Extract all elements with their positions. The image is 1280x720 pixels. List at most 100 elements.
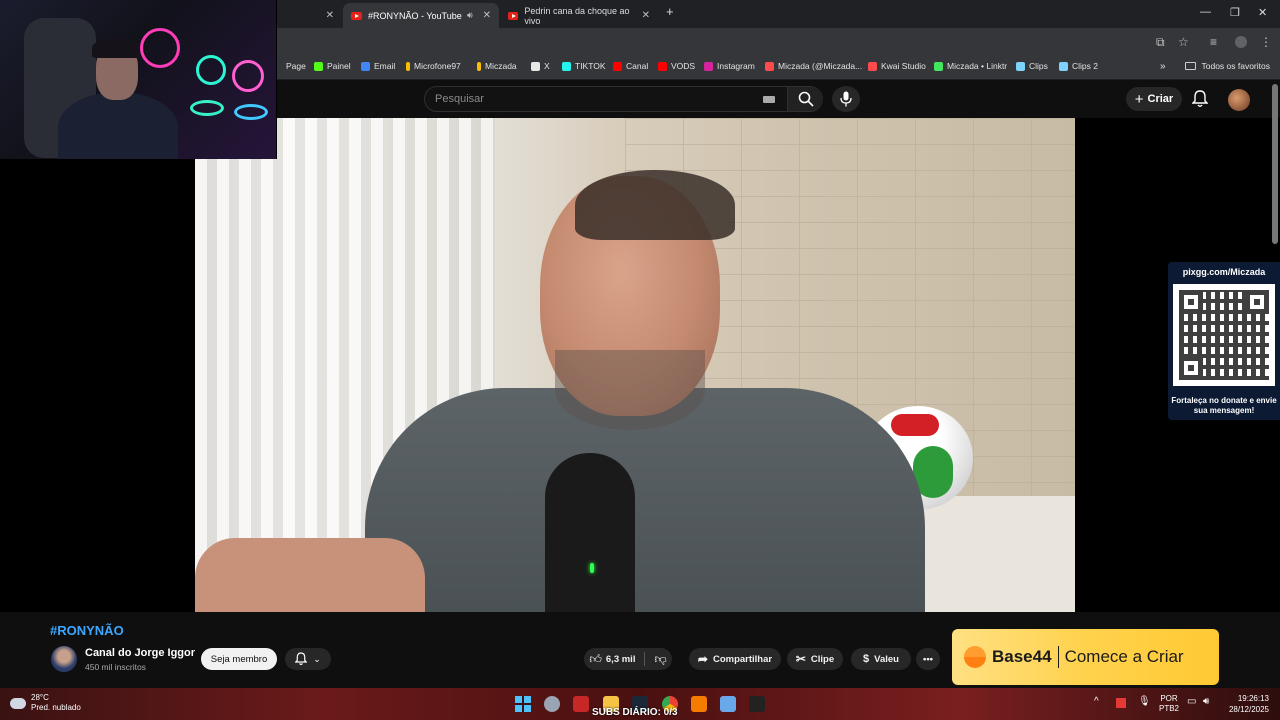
app-red-icon[interactable] [573, 696, 589, 712]
temperature: 28°C [31, 693, 49, 702]
new-tab-plus-icon[interactable]: + [666, 4, 674, 19]
kwai-icon [765, 61, 774, 71]
video-title[interactable]: #RONYNÃO [50, 623, 124, 638]
bookmark-vods[interactable]: VODS [658, 61, 695, 71]
create-button[interactable]: + Criar [1126, 87, 1182, 111]
bookmark-page[interactable]: Page [286, 61, 306, 71]
thanks-label: Valeu [874, 653, 899, 665]
bell-icon [295, 652, 308, 666]
app-orange-icon[interactable] [691, 696, 707, 712]
webcam-rgb-fan [190, 100, 224, 116]
user-avatar[interactable] [1228, 89, 1250, 111]
notifications-bell-icon[interactable] [1191, 90, 1209, 113]
analytics-icon [406, 61, 410, 71]
create-label: Criar [1147, 93, 1174, 105]
qr-caption: Fortaleça no donate e envie sua mensagem… [1171, 396, 1277, 415]
search-box[interactable]: Pesquisar [424, 86, 823, 112]
webcam-rgb-fan [196, 55, 226, 85]
close-tab-icon[interactable]: ✕ [326, 10, 334, 21]
channel-name[interactable]: Canal do Jorge Iggor [85, 647, 195, 659]
divider [644, 652, 646, 666]
tray-app-icon[interactable] [1116, 698, 1126, 708]
x-logo-icon [531, 61, 540, 71]
base44-ad-banner[interactable]: Base44 Comece a Criar [952, 629, 1219, 685]
more-actions-button[interactable]: ••• [916, 648, 940, 670]
minimize-icon[interactable]: — [1200, 6, 1211, 18]
bookmark-tiktok[interactable]: TIKTOK [562, 61, 606, 71]
language-code: POR [1160, 694, 1178, 703]
settings-gear-icon[interactable] [544, 696, 560, 712]
bookmark-clips[interactable]: Clips [1016, 61, 1048, 71]
share-button[interactable]: ➦ Compartilhar [689, 648, 781, 670]
bookmark-clips-2[interactable]: Clips 2 [1059, 61, 1098, 71]
bookmark-miczada[interactable]: Miczada [477, 61, 517, 71]
media-controls-icon[interactable]: ≡ [1210, 35, 1217, 49]
restore-icon[interactable]: ❐ [1230, 6, 1240, 19]
bookmark-label: X [544, 61, 550, 71]
more-bookmarks-chevron-icon[interactable]: » [1160, 61, 1166, 72]
bookmark-label: Page [286, 61, 306, 71]
channel-avatar[interactable] [51, 646, 77, 672]
bookmark-x[interactable]: X [531, 61, 550, 71]
obs-icon[interactable] [749, 696, 765, 712]
bookmark-email[interactable]: Email [361, 61, 395, 71]
all-bookmarks-folder[interactable]: Todos os favoritos [1185, 61, 1270, 71]
bookmark-kwai-studio[interactable]: Kwai Studio [868, 61, 926, 71]
search-button[interactable] [787, 87, 823, 111]
like-button[interactable]: 👍︎ 6,3 mil [589, 652, 635, 667]
tray-chevron-up-icon[interactable]: ^ [1094, 697, 1099, 707]
subscription-bell-button[interactable]: ⌄ [285, 648, 331, 670]
tray-mic-icon[interactable]: 🎙︎ [1138, 697, 1151, 707]
tab-youtube-ronynao[interactable]: #RONYNÃO - YouTube 🔊︎ ✕ [343, 3, 499, 28]
bookmark-painel[interactable]: Painel [314, 61, 351, 71]
install-app-icon[interactable]: ⧉ [1156, 35, 1165, 50]
close-tab-icon[interactable]: ✕ [483, 10, 491, 21]
keyboard-layout: PTB2 [1158, 704, 1179, 713]
youtube-icon [613, 61, 622, 71]
folder-icon [1185, 62, 1197, 70]
menu-kebab-icon[interactable]: ⋮ [1260, 35, 1272, 49]
weather-widget[interactable]: 28°C Pred. nublado [8, 693, 81, 713]
bookmark-linktree[interactable]: Miczada • Linktr [934, 61, 1007, 71]
bookmark-instagram[interactable]: Instagram [704, 61, 755, 71]
subscriber-count: 450 mil inscritos [85, 662, 146, 672]
profile-icon[interactable] [1235, 36, 1247, 48]
like-dislike-group: 👍︎ 6,3 mil 👎︎ [584, 648, 672, 670]
more-horizontal-icon: ••• [923, 653, 933, 665]
speaker-icon[interactable]: 🔊︎ [467, 10, 473, 21]
bookmark-miczada-kwai[interactable]: Miczada (@Miczada... [765, 61, 862, 71]
webcam-rgb-fan [232, 60, 264, 92]
app-blue-icon[interactable] [720, 696, 736, 712]
volume-icon[interactable]: 🔊︎ [1203, 697, 1209, 707]
bookmark-label: Clips 2 [1072, 61, 1098, 71]
video-frame-arm [195, 538, 425, 612]
clock-date: 28/12/2025 [1228, 705, 1269, 714]
clip-button[interactable]: ✂ Clipe [787, 648, 843, 670]
dislike-button-thumbs-down-icon[interactable]: 👎︎ [654, 652, 666, 667]
thanks-button[interactable]: $ Valeu [851, 648, 911, 670]
kwai-icon [868, 61, 877, 71]
windows-start-icon[interactable] [515, 696, 531, 712]
voice-search-button[interactable] [832, 86, 860, 112]
input-language[interactable]: POR PTB2 [1158, 694, 1180, 714]
bookmark-microfone97[interactable]: Microfone97 [406, 61, 461, 71]
base44-logo-icon [964, 646, 986, 668]
qr-finder [1245, 290, 1269, 314]
page-scrollbar[interactable] [1272, 84, 1278, 244]
close-tab-icon[interactable]: ✕ [642, 10, 650, 21]
close-window-icon[interactable]: ✕ [1258, 6, 1267, 19]
join-member-button[interactable]: Seja membro [201, 648, 277, 670]
system-clock[interactable]: 19:26:13 28/12/2025 [1221, 693, 1269, 715]
search-input[interactable]: Pesquisar [435, 93, 484, 105]
bookmark-canal[interactable]: Canal [613, 61, 648, 71]
keyboard-icon[interactable] [763, 96, 775, 103]
qr-code [1173, 284, 1275, 386]
search-icon [798, 91, 814, 107]
tab-pedrin[interactable]: Pedrin cana da choque ao vivo ✕ [500, 3, 658, 28]
webcam-body [58, 92, 178, 159]
network-icon[interactable]: ▭ [1187, 697, 1196, 707]
tab-previous[interactable]: ✕ [270, 3, 342, 28]
video-player[interactable] [195, 118, 1075, 612]
bookmark-star-icon[interactable]: ☆ [1178, 35, 1189, 49]
instagram-icon [704, 61, 713, 71]
